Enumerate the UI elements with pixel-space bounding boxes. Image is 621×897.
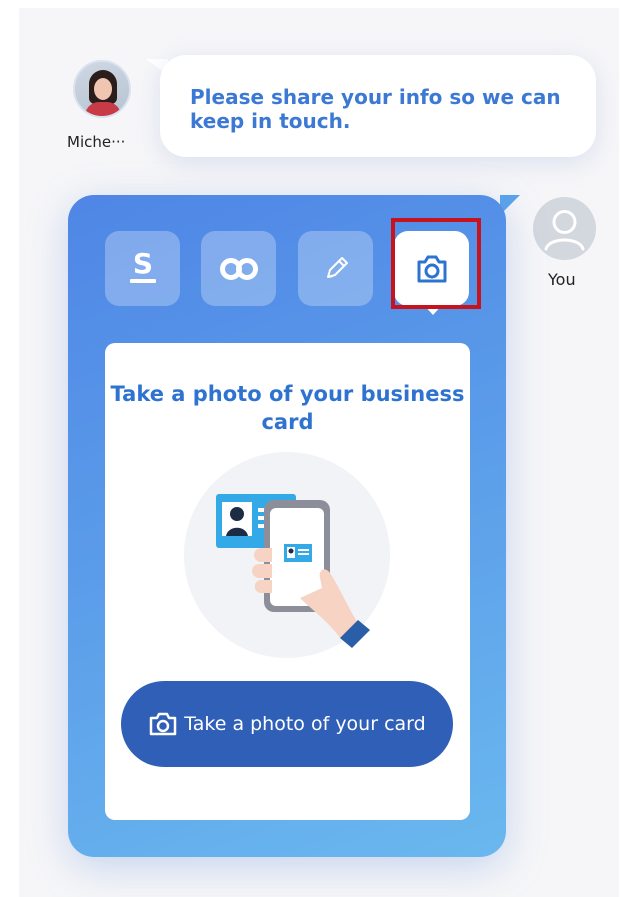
user-label: You <box>548 270 576 289</box>
tab-manual-entry[interactable] <box>298 231 373 306</box>
tab-link[interactable] <box>201 231 276 306</box>
agent-message-bubble: Please share your info so we can keep in… <box>160 55 596 157</box>
tab-sansan[interactable]: S <box>105 231 180 306</box>
user-silhouette-icon <box>544 210 585 251</box>
agent-avatar <box>73 60 131 118</box>
take-photo-button[interactable]: Take a photo of your card <box>121 681 453 767</box>
active-tab-pointer <box>424 305 442 315</box>
phone-scanning-card-illustration <box>184 452 390 658</box>
svg-text:S: S <box>132 249 152 280</box>
pencil-icon <box>326 256 348 278</box>
agent-message-text: Please share your info so we can keep in… <box>190 85 561 133</box>
tab-camera[interactable] <box>394 231 469 306</box>
card-title: Take a photo of your business card <box>110 382 465 434</box>
sansan-s-icon: S <box>129 249 156 283</box>
camera-icon <box>148 711 178 737</box>
camera-icon <box>417 255 446 282</box>
link-infinity-icon <box>219 257 258 280</box>
user-avatar <box>533 197 596 260</box>
agent-name: Miche··· <box>67 133 126 151</box>
take-photo-button-label: Take a photo of your card <box>184 713 426 735</box>
